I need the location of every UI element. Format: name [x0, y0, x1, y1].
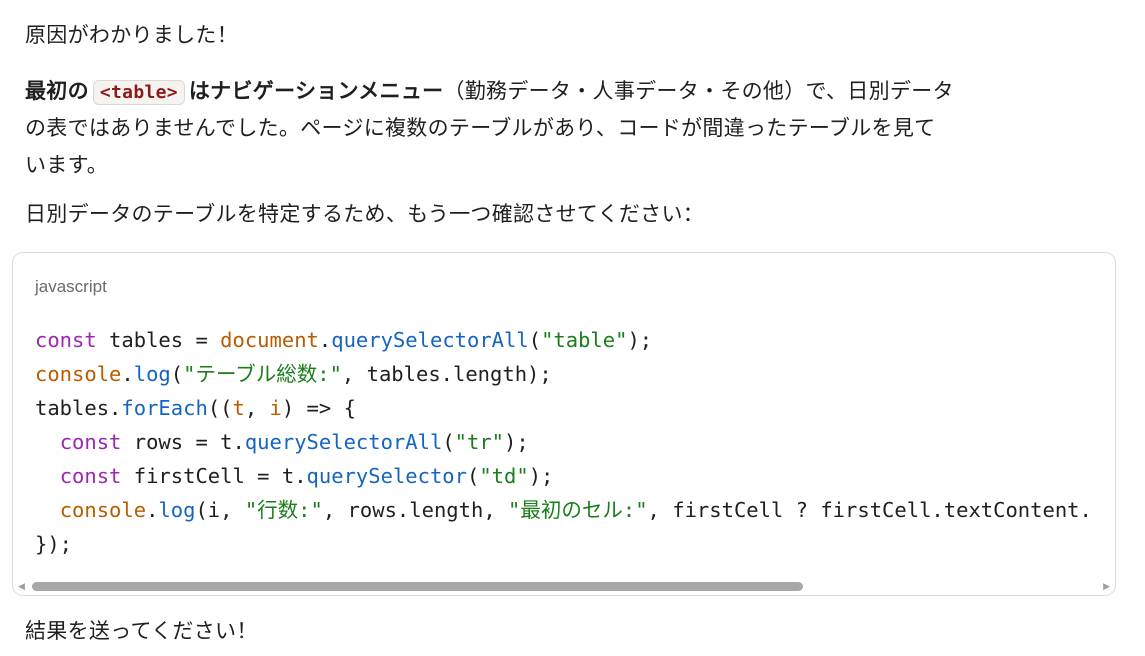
- scroll-right-arrow-icon[interactable]: ▶: [1103, 582, 1110, 592]
- code-line: });: [35, 532, 73, 556]
- inline-code-table: <table>: [92, 80, 185, 105]
- message-paragraph-2: 最初の <table> はナビゲーションメニュー（勤務データ・人事データ・その他）で…: [25, 73, 954, 184]
- message-paragraph-1: 原因がわかりました！: [25, 23, 238, 47]
- code-line: console.log(i, "行数:", rows.length, "最初のセ…: [59, 498, 1092, 522]
- code-line: const tables = document.querySelectorAll…: [35, 328, 653, 352]
- code-line: const firstCell = t.querySelector("td");: [59, 464, 554, 488]
- code-content[interactable]: const tables = document.querySelectorAll…: [35, 323, 1092, 561]
- paragraph-2-line-3: います。: [25, 153, 109, 177]
- code-language-label: javascript: [35, 277, 107, 296]
- code-line: const rows = t.querySelectorAll("tr");: [59, 430, 529, 454]
- bold-text-navigation-menu: はナビゲーションメニュー: [188, 79, 444, 103]
- paragraph-2-line-1: 最初の <table> はナビゲーションメニュー（勤務データ・人事データ・その他）で…: [25, 73, 954, 110]
- message-paragraph-3: 日別データのテーブルを特定するため、もう一つ確認させてください：: [25, 202, 705, 226]
- message-paragraph-4: 結果を送ってください！: [25, 619, 258, 643]
- horizontal-scrollbar[interactable]: ◀ ▶: [13, 579, 1115, 595]
- scrollbar-thumb[interactable]: [32, 582, 803, 591]
- scroll-left-arrow-icon[interactable]: ◀: [18, 582, 25, 592]
- paragraph-2-line-2: の表ではありませんでした。ページに複数のテーブルがあり、コードが間違ったテーブル…: [25, 116, 936, 140]
- code-block: javascript const tables = document.query…: [12, 252, 1116, 596]
- bold-text-first: 最初の: [25, 79, 89, 103]
- code-line: tables.forEach((t, i) => {: [35, 396, 356, 420]
- code-line: console.log("テーブル総数:", tables.length);: [35, 362, 552, 386]
- paragraph-2-text: （勤務データ・人事データ・その他）で、日別データ: [443, 79, 954, 103]
